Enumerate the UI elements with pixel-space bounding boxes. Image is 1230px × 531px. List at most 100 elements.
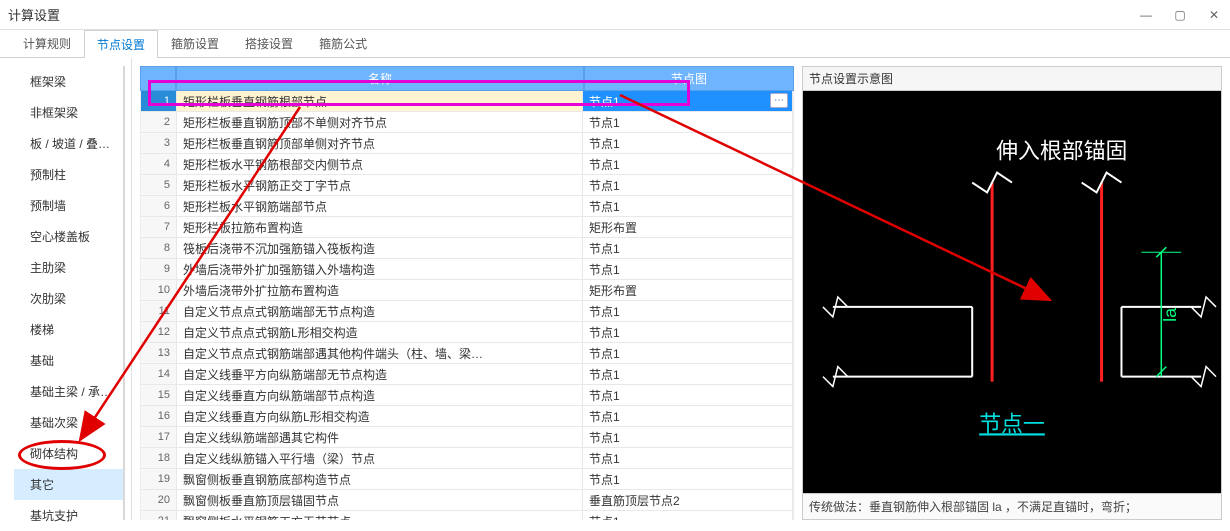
minimize-button[interactable]: — [1138,8,1154,22]
row-node[interactable]: 节点1 [583,259,793,280]
row-name[interactable]: 飘窗侧板垂直筋顶层锚固节点 [177,490,583,511]
row-node[interactable]: 节点1 [583,154,793,175]
table-row[interactable]: 7矩形栏板拉筋布置构造矩形布置 [141,217,793,238]
row-node[interactable]: 垂直筋顶层节点2 [583,490,793,511]
grid-header-node[interactable]: 节点图 [584,66,794,91]
row-name[interactable]: 筏板后浇带不沉加强筋锚入筏板构造 [177,238,583,259]
table-row[interactable]: 14自定义线垂平方向纵筋端部无节点构造节点1 [141,364,793,385]
sidebar-item[interactable]: 基础主梁 / 承… [14,376,123,407]
row-node[interactable]: 节点1 [583,385,793,406]
sidebar-item[interactable]: 其它 [14,469,123,500]
node-edit-button[interactable]: ⋯ [770,93,788,108]
sidebar-item[interactable]: 砌体结构 [14,438,123,469]
sidebar-item[interactable]: 次肋梁 [14,283,123,314]
diagram-canvas: 伸入根部锚固 [802,90,1222,494]
row-name[interactable]: 矩形栏板水平钢筋正交丁字节点 [177,175,583,196]
maximize-button[interactable]: ▢ [1172,8,1188,22]
row-node[interactable]: 节点1 [583,112,793,133]
table-row[interactable]: 2矩形栏板垂直钢筋顶部不单侧对齐节点节点1 [141,112,793,133]
row-node[interactable]: 节点1⋯ [583,91,793,112]
preview-title: 节点设置示意图 [802,66,1222,90]
row-name[interactable]: 外墙后浇带外扩加强筋锚入外墙构造 [177,259,583,280]
sidebar-item[interactable]: 基坑支护 [14,500,123,531]
row-number: 14 [141,364,177,385]
table-row[interactable]: 3矩形栏板垂直钢筋顶部单侧对齐节点节点1 [141,133,793,154]
row-node[interactable]: 节点1 [583,364,793,385]
table-row[interactable]: 15自定义线垂直方向纵筋端部节点构造节点1 [141,385,793,406]
table-row[interactable]: 5矩形栏板水平钢筋正交丁字节点节点1 [141,175,793,196]
table-row[interactable]: 18自定义线纵筋锚入平行墙（梁）节点节点1 [141,448,793,469]
row-name[interactable]: 外墙后浇带外扩拉筋布置构造 [177,280,583,301]
table-row[interactable]: 17自定义线纵筋端部遇其它构件节点1 [141,427,793,448]
row-name[interactable]: 自定义线纵筋锚入平行墙（梁）节点 [177,448,583,469]
row-name[interactable]: 自定义节点点式钢筋端部无节点构造 [177,301,583,322]
sidebar-item[interactable]: 基础次梁 [14,407,123,438]
table-row[interactable]: 13自定义节点点式钢筋端部遇其他构件端头（柱、墙、梁…节点1 [141,343,793,364]
row-node[interactable]: 节点1 [583,301,793,322]
table-row[interactable]: 4矩形栏板水平钢筋根部交内侧节点节点1 [141,154,793,175]
row-name[interactable]: 矩形栏板垂直钢筋顶部不单侧对齐节点 [177,112,583,133]
row-name[interactable]: 自定义线垂直方向纵筋L形相交构造 [177,406,583,427]
sidebar-item[interactable]: 非框架梁 [14,97,123,128]
row-node[interactable]: 节点1 [583,406,793,427]
table-row[interactable]: 21飘窗侧板水平钢筋工方无节节点节点1 [141,511,793,520]
row-name[interactable]: 自定义节点点式钢筋端部遇其他构件端头（柱、墙、梁… [177,343,583,364]
row-node[interactable]: 节点1 [583,448,793,469]
row-name[interactable]: 矩形栏板垂直钢筋根部节点 [177,91,583,112]
row-number: 1 [141,91,177,112]
table-row[interactable]: 11自定义节点点式钢筋端部无节点构造节点1 [141,301,793,322]
row-number: 6 [141,196,177,217]
row-node[interactable]: 节点1 [583,175,793,196]
row-name[interactable]: 飘窗侧板垂直钢筋底部构造节点 [177,469,583,490]
row-name[interactable]: 自定义线垂平方向纵筋端部无节点构造 [177,364,583,385]
grid-header-number [140,66,176,91]
grid-header-name[interactable]: 名称 [176,66,584,91]
table-row[interactable]: 9外墙后浇带外扩加强筋锚入外墙构造节点1 [141,259,793,280]
table-row[interactable]: 16自定义线垂直方向纵筋L形相交构造节点1 [141,406,793,427]
sidebar-item[interactable]: 板 / 坡道 / 叠… [14,128,123,159]
row-node[interactable]: 节点1 [583,133,793,154]
row-node[interactable]: 节点1 [583,238,793,259]
row-name[interactable]: 自定义节点点式钢筋L形相交构造 [177,322,583,343]
tab-stirrup-settings[interactable]: 箍筋设置 [158,29,232,57]
table-row[interactable]: 10外墙后浇带外扩拉筋布置构造矩形布置 [141,280,793,301]
sidebar-item[interactable]: 空心楼盖板 [14,221,123,252]
row-name[interactable]: 自定义线垂直方向纵筋端部节点构造 [177,385,583,406]
close-button[interactable]: ✕ [1206,8,1222,22]
row-node[interactable]: 节点1 [583,322,793,343]
tab-stirrup-formula[interactable]: 箍筋公式 [306,29,380,57]
row-node[interactable]: 矩形布置 [583,280,793,301]
sidebar-item[interactable]: 楼梯 [14,314,123,345]
tab-lap-settings[interactable]: 搭接设置 [232,29,306,57]
sidebar-item[interactable]: 基础 [14,345,123,376]
content-area: 框架梁非框架梁板 / 坡道 / 叠…预制柱预制墙空心楼盖板主肋梁次肋梁楼梯基础基… [0,58,1230,520]
row-node[interactable]: 节点1 [583,469,793,490]
table-row[interactable]: 1矩形栏板垂直钢筋根部节点节点1⋯ [141,91,793,112]
sidebar-item[interactable]: 主肋梁 [14,252,123,283]
table-row[interactable]: 19飘窗侧板垂直钢筋底部构造节点节点1 [141,469,793,490]
row-node[interactable]: 节点1 [583,196,793,217]
row-node[interactable]: 矩形布置 [583,217,793,238]
row-node[interactable]: 节点1 [583,511,793,520]
grid-body[interactable]: 1矩形栏板垂直钢筋根部节点节点1⋯2矩形栏板垂直钢筋顶部不单侧对齐节点节点13矩… [140,91,794,520]
sidebar-item[interactable]: 预制柱 [14,159,123,190]
table-row[interactable]: 12自定义节点点式钢筋L形相交构造节点1 [141,322,793,343]
row-name[interactable]: 矩形栏板水平钢筋端部节点 [177,196,583,217]
row-name[interactable]: 飘窗侧板水平钢筋工方无节节点 [177,511,583,520]
table-row[interactable]: 8筏板后浇带不沉加强筋锚入筏板构造节点1 [141,238,793,259]
preview-panel: 节点设置示意图 伸入根部锚固 [802,66,1222,520]
row-node[interactable]: 节点1 [583,343,793,364]
tab-calc-rules[interactable]: 计算规则 [10,29,84,57]
tab-node-settings[interactable]: 节点设置 [84,30,158,58]
sidebar-item[interactable]: 预制墙 [14,190,123,221]
row-name[interactable]: 矩形栏板拉筋布置构造 [177,217,583,238]
row-node[interactable]: 节点1 [583,427,793,448]
sidebar-item[interactable]: 框架梁 [14,66,123,97]
row-number: 5 [141,175,177,196]
row-name[interactable]: 矩形栏板垂直钢筋顶部单侧对齐节点 [177,133,583,154]
row-name[interactable]: 矩形栏板水平钢筋根部交内侧节点 [177,154,583,175]
row-name[interactable]: 自定义线纵筋端部遇其它构件 [177,427,583,448]
table-row[interactable]: 20飘窗侧板垂直筋顶层锚固节点垂直筋顶层节点2 [141,490,793,511]
diagram-heading: 伸入根部锚固 [996,139,1127,164]
table-row[interactable]: 6矩形栏板水平钢筋端部节点节点1 [141,196,793,217]
